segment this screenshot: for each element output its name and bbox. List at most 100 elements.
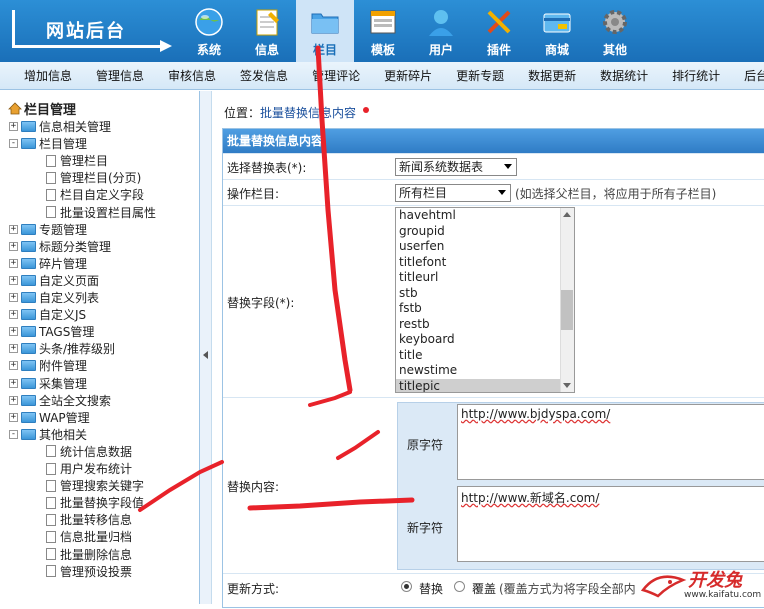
topnav-template[interactable]: 模板 xyxy=(354,0,412,62)
field-option[interactable]: havehtml xyxy=(396,208,574,224)
column-select-value: 所有栏目 xyxy=(399,186,448,200)
sidebar-page-item[interactable]: 统计信息数据 xyxy=(46,443,132,460)
sidebar-folder-item[interactable]: + 专题管理 xyxy=(9,221,87,238)
subnav-manage-comment[interactable]: 管理评论 xyxy=(300,67,372,84)
sidebar-splitter[interactable] xyxy=(200,91,212,604)
tree-item-label: 批量删除信息 xyxy=(60,547,133,562)
collapse-arrow-icon[interactable] xyxy=(203,351,208,359)
expand-icon[interactable]: + xyxy=(9,258,18,268)
sidebar-page-item[interactable]: 管理搜索关键字 xyxy=(46,477,144,494)
subnav-rank-stats[interactable]: 排行统计 xyxy=(660,67,732,84)
sidebar-folder-item[interactable]: + 标题分类管理 xyxy=(9,238,111,255)
expand-icon[interactable]: + xyxy=(9,327,18,337)
subnav-manage-info[interactable]: 管理信息 xyxy=(84,67,156,84)
topnav-plugin[interactable]: 插件 xyxy=(470,0,528,62)
field-option[interactable]: keyboard xyxy=(396,332,574,348)
column-select[interactable]: 所有栏目 xyxy=(395,184,511,202)
sidebar-page-item[interactable]: 管理栏目(分页) xyxy=(46,169,141,186)
field-option[interactable]: fstb xyxy=(396,301,574,317)
subnav-sign-info[interactable]: 签发信息 xyxy=(228,67,300,84)
sidebar-folder-item[interactable]: - 其他相关 xyxy=(9,426,87,443)
field-option[interactable]: userfen xyxy=(396,239,574,255)
collapse-icon[interactable]: - xyxy=(9,139,18,149)
mode-replace-radio[interactable] xyxy=(401,581,412,592)
expand-icon[interactable]: + xyxy=(9,241,18,251)
topnav-mall[interactable]: 商城 xyxy=(528,0,586,62)
listbox-scrollbar[interactable] xyxy=(560,208,574,392)
mode-replace-label: 替换 xyxy=(419,582,444,596)
field-option[interactable]: restb xyxy=(396,317,574,333)
sidebar-folder-item[interactable]: + WAP管理 xyxy=(9,409,90,426)
subnav-update-topic[interactable]: 更新专题 xyxy=(444,67,516,84)
sidebar-folder-item[interactable]: + 附件管理 xyxy=(9,357,87,374)
topnav-template-label: 模板 xyxy=(370,43,395,57)
sidebar-page-item[interactable]: 用户发布统计 xyxy=(46,460,132,477)
field-option[interactable]: titleurl xyxy=(396,270,574,286)
new-textarea[interactable]: http://www.新域名.com/ xyxy=(457,486,764,562)
expand-icon[interactable]: + xyxy=(9,275,18,285)
expand-icon[interactable]: + xyxy=(9,224,18,234)
tree-item-label: 管理搜索关键字 xyxy=(60,479,145,494)
sidebar-folder-item[interactable]: + 采集管理 xyxy=(9,375,87,392)
expand-icon[interactable]: + xyxy=(9,344,18,354)
topnav-other[interactable]: 其他 xyxy=(586,0,644,62)
subnav-review-info[interactable]: 审核信息 xyxy=(156,67,228,84)
tree-item-label: 管理栏目(分页) xyxy=(60,171,142,186)
topnav-user[interactable]: 用户 xyxy=(412,0,470,62)
topnav-info[interactable]: 信息 xyxy=(238,0,296,62)
subnav-data-update[interactable]: 数据更新 xyxy=(516,67,588,84)
sidebar-page-item[interactable]: 批量设置栏目属性 xyxy=(46,204,156,221)
rabbit-logo-icon xyxy=(640,575,687,598)
expand-icon[interactable]: + xyxy=(9,310,18,320)
sidebar-folder-item[interactable]: + 碎片管理 xyxy=(9,255,87,272)
table-select[interactable]: 新闻系统数据表 xyxy=(395,158,517,176)
field-option[interactable]: newstime xyxy=(396,363,574,379)
field-option[interactable]: titlefont xyxy=(396,255,574,271)
scroll-down-icon[interactable] xyxy=(563,383,571,388)
sidebar-page-item[interactable]: 批量删除信息 xyxy=(46,546,132,563)
expand-icon[interactable]: + xyxy=(9,293,18,302)
sidebar-page-item[interactable]: 管理预设投票 xyxy=(46,563,132,580)
sidebar-folder-item[interactable]: + 信息相关管理 xyxy=(9,118,111,135)
scroll-up-icon[interactable] xyxy=(563,212,571,217)
subnav-data-stats[interactable]: 数据统计 xyxy=(588,67,660,84)
sidebar-folder-item[interactable]: + 自定义JS xyxy=(9,306,86,323)
sidebar-page-item[interactable]: 批量转移信息 xyxy=(46,511,132,528)
subnav-add-info[interactable]: 增加信息 xyxy=(12,67,84,84)
tree-item-label: 标题分类管理 xyxy=(39,239,112,254)
topnav-system[interactable]: 系统 xyxy=(180,0,238,62)
field-option[interactable]: titlepic xyxy=(396,378,574,392)
folder-icon xyxy=(21,274,36,286)
breadcrumb-link[interactable]: 批量替换信息内容 xyxy=(260,106,356,120)
field-option[interactable]: title xyxy=(396,348,574,364)
mode-cover-radio[interactable] xyxy=(454,581,465,592)
sidebar-folder-item[interactable]: + 自定义页面 xyxy=(9,272,99,289)
expand-icon[interactable]: + xyxy=(9,122,18,131)
field-option[interactable]: stb xyxy=(396,286,574,302)
sidebar-page-item[interactable]: 批量替换字段值 xyxy=(46,494,144,511)
subnav-admin-home[interactable]: 后台首页 xyxy=(732,67,764,84)
field-option[interactable]: groupid xyxy=(396,224,574,240)
expand-icon[interactable]: + xyxy=(9,395,18,405)
scroll-thumb[interactable] xyxy=(561,290,573,330)
sidebar-folder-item[interactable]: - 栏目管理 xyxy=(9,135,87,152)
mode-label: 更新方式: xyxy=(227,582,280,596)
card-icon xyxy=(543,13,571,33)
sidebar-page-item[interactable]: 信息批量归档 xyxy=(46,528,132,545)
expand-icon[interactable]: + xyxy=(9,412,18,422)
tree-item-label: 批量替换字段值 xyxy=(60,496,145,511)
expand-icon[interactable]: + xyxy=(9,378,18,388)
tree-item-label: 统计信息数据 xyxy=(60,444,133,459)
sidebar-folder-item[interactable]: + TAGS管理 xyxy=(9,323,94,340)
field-listbox[interactable]: havehtml groupid userfen titlefont titleurl s… xyxy=(395,207,575,393)
topnav-column[interactable]: 栏目 xyxy=(296,0,354,62)
sidebar-folder-item[interactable]: + 头条/推荐级别 xyxy=(9,340,115,357)
sidebar-folder-item[interactable]: + 自定义列表 xyxy=(9,289,99,306)
collapse-icon[interactable]: - xyxy=(9,429,18,439)
expand-icon[interactable]: + xyxy=(9,361,18,371)
old-textarea[interactable]: http://www.bjdyspa.com/ xyxy=(457,404,764,480)
sidebar-folder-item[interactable]: + 全站全文搜索 xyxy=(9,392,111,409)
sidebar-page-item[interactable]: 栏目自定义字段 xyxy=(46,186,144,203)
subnav-update-fragment[interactable]: 更新碎片 xyxy=(372,67,444,84)
sidebar-page-item[interactable]: 管理栏目 xyxy=(46,152,108,169)
